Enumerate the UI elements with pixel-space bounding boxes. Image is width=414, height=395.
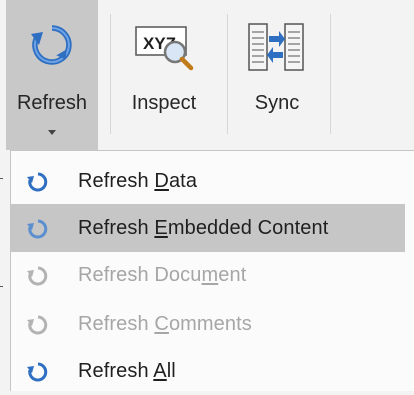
menu-item-refresh-all[interactable]: Refresh All xyxy=(11,347,405,395)
menu-item-refresh-comments[interactable]: Refresh Comments xyxy=(11,300,405,348)
ribbon-group: Refresh XYZ Inspect Sync xyxy=(0,0,414,150)
edge-tick xyxy=(0,286,3,287)
menu-item-label: Refresh Data xyxy=(78,169,198,192)
menu-item-refresh-data[interactable]: Refresh Data xyxy=(11,157,405,205)
menu-item-refresh-document[interactable]: Refresh Document xyxy=(11,251,405,299)
sync-button-label: Sync xyxy=(254,92,300,114)
inspect-ribbon-button[interactable]: XYZ Inspect xyxy=(115,0,213,150)
ribbon-separator xyxy=(110,14,111,134)
refresh-ribbon-button[interactable]: Refresh xyxy=(6,0,98,150)
inspect-xyz-icon: XYZ xyxy=(135,26,194,71)
chevron-down-icon xyxy=(48,130,56,135)
sync-icon xyxy=(248,23,304,71)
sync-ribbon-button[interactable]: Sync xyxy=(232,0,322,150)
refresh-icon xyxy=(27,266,48,286)
ribbon-separator xyxy=(330,14,331,134)
refresh-icon xyxy=(27,172,48,192)
menu-item-label: Refresh Embedded Content xyxy=(78,216,329,239)
refresh-icon xyxy=(27,362,48,382)
inspect-button-label: Inspect xyxy=(131,92,197,114)
menu-item-label: Refresh Comments xyxy=(78,312,252,335)
edge-tick xyxy=(0,178,3,179)
refresh-icon xyxy=(27,219,48,239)
menu-item-label: Refresh All xyxy=(78,359,176,382)
refresh-icon xyxy=(27,315,48,335)
menu-item-label: Refresh Document xyxy=(78,263,247,286)
menu-item-refresh-embedded-content[interactable]: Refresh Embedded Content xyxy=(11,204,405,252)
refresh-dropdown-menu: Refresh Data Refresh Embedded Content Re… xyxy=(10,150,414,391)
refresh-icon xyxy=(31,25,72,65)
ribbon-separator xyxy=(227,14,228,134)
refresh-button-label: Refresh xyxy=(16,92,88,114)
